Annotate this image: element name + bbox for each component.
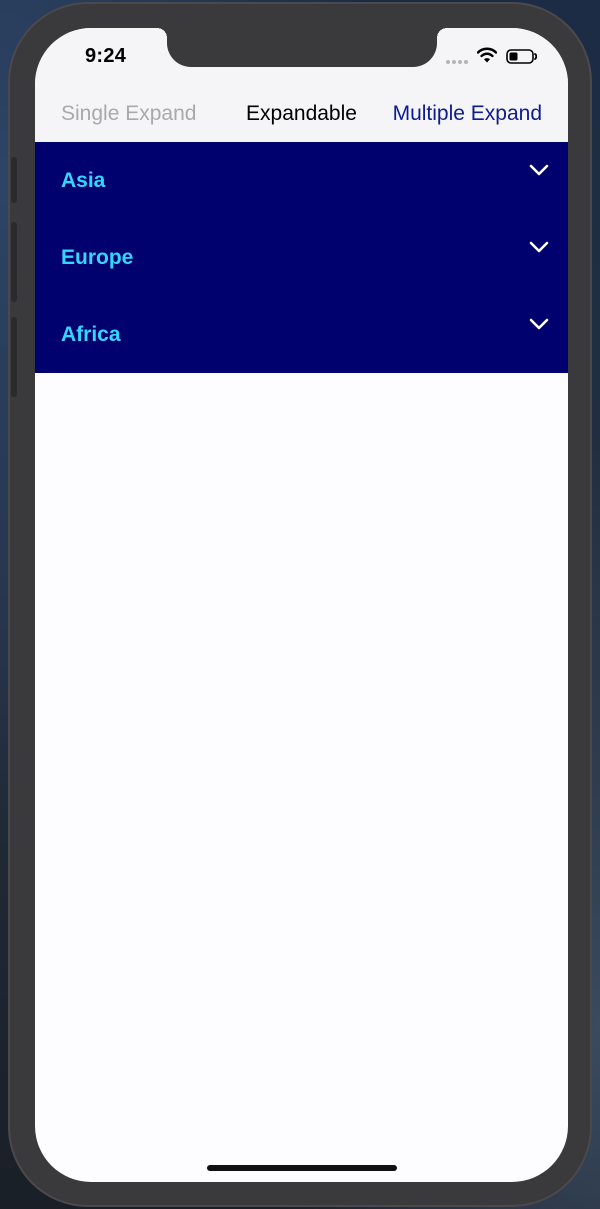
single-expand-button[interactable]: Single Expand (61, 101, 196, 127)
volume-up-button (11, 222, 17, 302)
multiple-expand-button[interactable]: Multiple Expand (393, 101, 542, 127)
section-list: Asia Europe Africa (35, 142, 568, 373)
display-notch (157, 28, 447, 67)
cellular-signal-icon (446, 60, 468, 64)
section-label: Asia (61, 169, 106, 192)
chevron-down-icon (529, 241, 549, 253)
volume-down-button (11, 317, 17, 397)
chevron-down-icon (529, 318, 549, 330)
section-label: Europe (61, 246, 134, 269)
silent-switch (11, 157, 17, 203)
phone-screen: 9:24 Single Expand Expandable Multiple E… (35, 28, 568, 1182)
wifi-icon (477, 47, 497, 63)
section-row-africa[interactable]: Africa (35, 296, 568, 373)
section-row-europe[interactable]: Europe (35, 219, 568, 296)
navigation-bar: Single Expand Expandable Multiple Expand (35, 88, 568, 142)
home-indicator[interactable] (207, 1165, 397, 1171)
battery-icon (506, 49, 538, 64)
chevron-down-icon (529, 164, 549, 176)
section-label: Africa (61, 323, 121, 346)
status-time: 9:24 (85, 45, 127, 67)
section-row-asia[interactable]: Asia (35, 142, 568, 219)
